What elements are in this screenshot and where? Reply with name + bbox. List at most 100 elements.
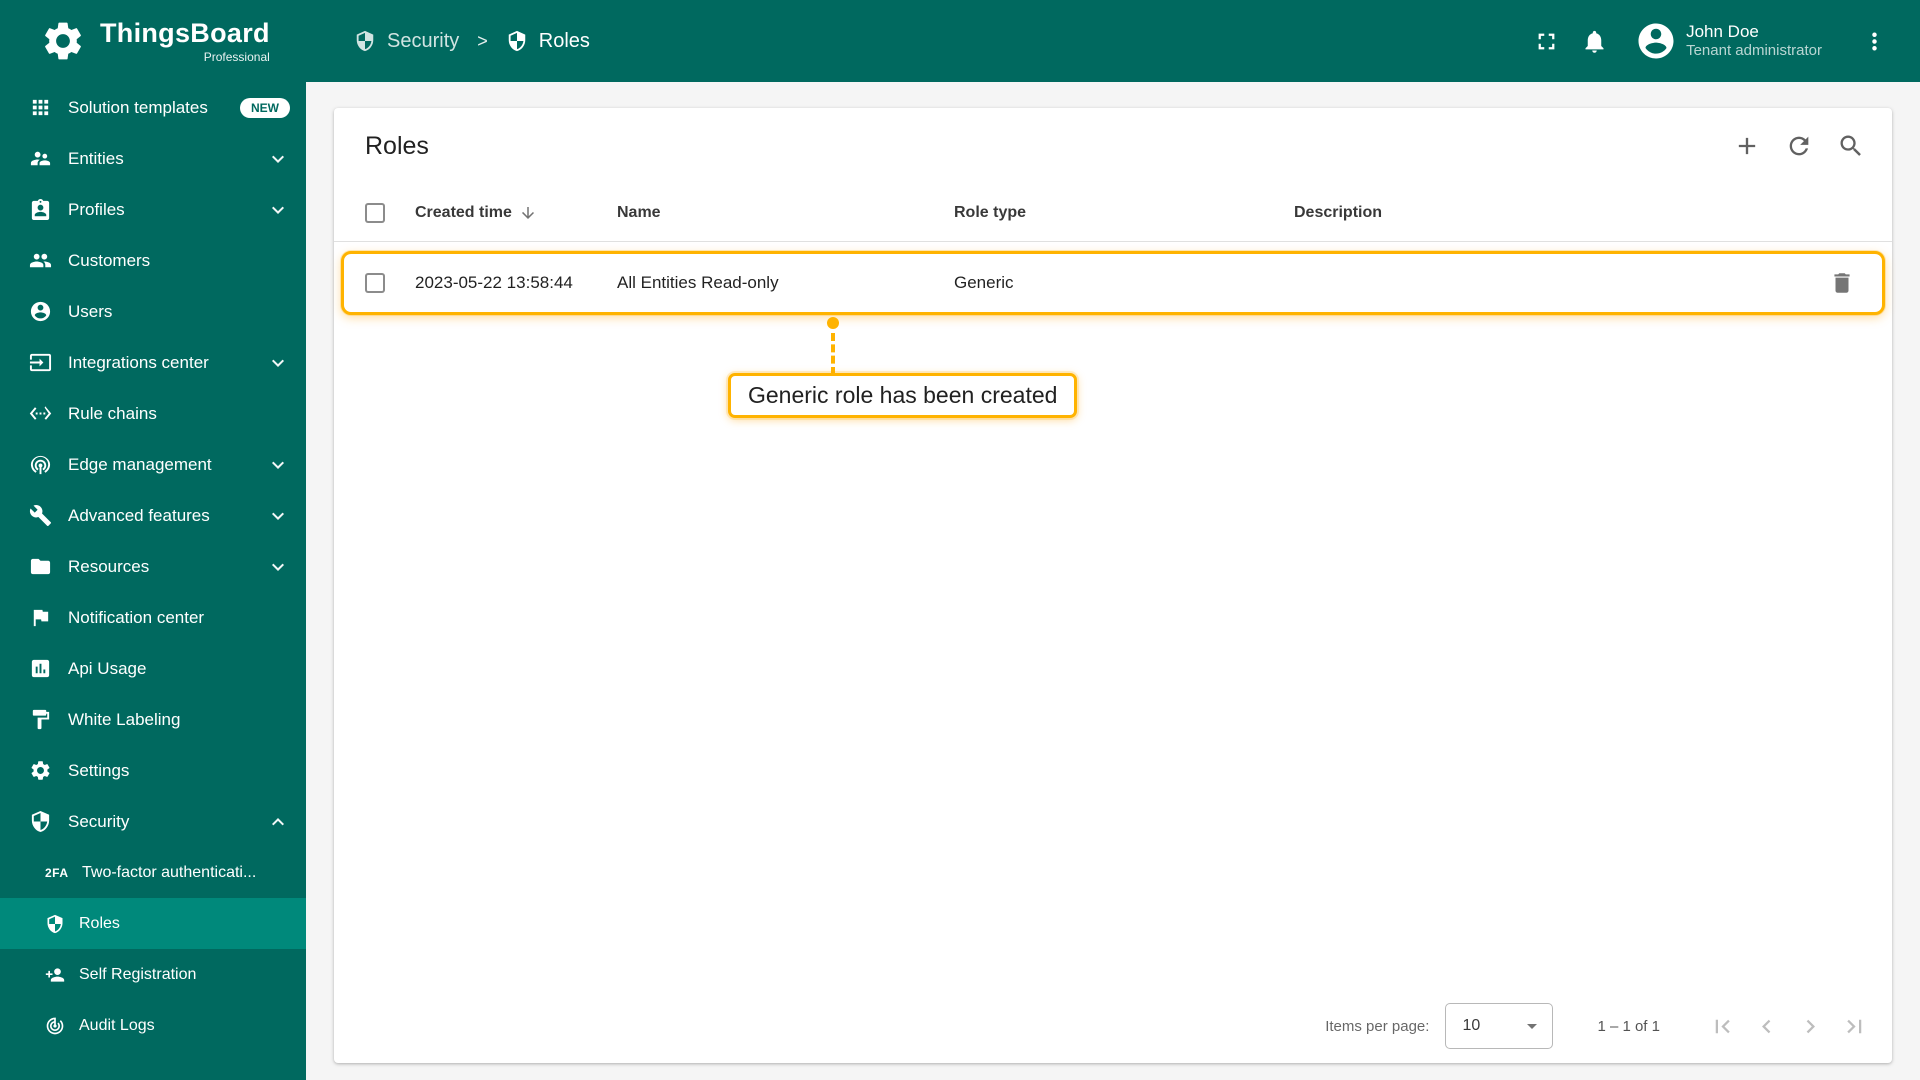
- thingsboard-logo[interactable]: ThingsBoard Professional: [0, 0, 306, 82]
- column-header-label: Created time: [415, 203, 512, 221]
- sidebar-item-self-registration[interactable]: Self Registration: [0, 949, 306, 1000]
- track-changes-icon: [46, 1017, 64, 1034]
- sidebar-item-two-factor-authentication[interactable]: 2FA Two-factor authenticati...: [0, 847, 306, 898]
- breadcrumb-roles[interactable]: Roles: [506, 30, 590, 53]
- column-header-name[interactable]: Name: [617, 204, 954, 222]
- cell-role-type: Generic: [954, 273, 1014, 292]
- sidebar-item-audit-logs[interactable]: Audit Logs: [0, 1000, 306, 1051]
- last-page-icon: [1846, 1019, 1861, 1033]
- next-page-button[interactable]: [1788, 1004, 1832, 1048]
- previous-page-button[interactable]: [1744, 1004, 1788, 1048]
- app-edition: Professional: [203, 50, 270, 64]
- sidebar-item-white-labeling[interactable]: White Labeling: [0, 694, 306, 745]
- paginator-range: 1 – 1 of 1: [1597, 1017, 1660, 1035]
- sidebar-item-label: Self Registration: [79, 965, 197, 983]
- chevron-right-icon: [1806, 1019, 1815, 1033]
- column-header-description[interactable]: Description: [1294, 204, 1812, 222]
- sidebar-item-label: White Labeling: [68, 709, 181, 729]
- sidebar-item-roles[interactable]: Roles: [0, 898, 306, 949]
- plus-icon: [1738, 137, 1756, 155]
- edge-management-icon: [30, 455, 51, 475]
- sidebar-nav: Solution templates NEW Entities Profiles…: [0, 82, 306, 1080]
- last-page-button[interactable]: [1832, 1004, 1876, 1048]
- sidebar-item-label: Settings: [68, 760, 130, 780]
- logo-text: ThingsBoard Professional: [100, 18, 270, 64]
- shield-icon: [508, 30, 526, 52]
- paint-icon: [32, 709, 50, 730]
- sidebar-item-rule-chains[interactable]: Rule chains: [0, 388, 306, 439]
- header-checkbox-cell: [334, 202, 415, 223]
- content-area: Roles Created time Name Role type Descri…: [306, 82, 1920, 1080]
- delete-role-button[interactable]: [1821, 262, 1863, 304]
- chevron-down-icon: [272, 206, 284, 214]
- user-info: John Doe Tenant administrator: [1686, 21, 1822, 61]
- entities-icon: [30, 151, 51, 166]
- refresh-icon: [1789, 136, 1809, 156]
- tutorial-connector-dot: [827, 317, 839, 329]
- tutorial-connector-line: [831, 333, 835, 375]
- more-vert-icon: [1871, 32, 1877, 50]
- rule-chains-icon: [29, 406, 52, 420]
- sidebar-item-resources[interactable]: Resources: [0, 541, 306, 592]
- refresh-button[interactable]: [1776, 123, 1822, 169]
- row-checkbox[interactable]: [365, 273, 385, 293]
- sidebar-item-advanced-features[interactable]: Advanced features: [0, 490, 306, 541]
- users-icon: [30, 301, 51, 322]
- gear-icon: [31, 761, 50, 780]
- notifications-button[interactable]: [1570, 17, 1618, 65]
- column-header-label: Role type: [954, 203, 1027, 221]
- breadcrumb-label: Roles: [538, 29, 590, 52]
- sidebar-item-users[interactable]: Users: [0, 286, 306, 337]
- page-title: Roles: [365, 131, 429, 160]
- user-menu-button[interactable]: [1850, 17, 1898, 65]
- sidebar-item-label: Two-factor authenticati...: [82, 863, 257, 881]
- advanced-features-icon: [29, 505, 52, 527]
- top-bar: Security > Roles John Doe Tenant adminis…: [306, 0, 1920, 82]
- cell-created-time: 2023-05-22 13:58:44: [415, 273, 573, 292]
- breadcrumb-separator: >: [477, 30, 488, 51]
- select-all-checkbox[interactable]: [365, 202, 385, 223]
- sidebar-item-profiles[interactable]: Profiles: [0, 184, 306, 235]
- items-per-page-select[interactable]: 10: [1445, 1003, 1554, 1049]
- first-page-button[interactable]: [1700, 1004, 1744, 1048]
- sidebar-item-integrations-center[interactable]: Integrations center: [0, 337, 306, 388]
- sidebar-item-notification-center[interactable]: Notification center: [0, 592, 306, 643]
- items-per-page-label: Items per page:: [1325, 1017, 1430, 1035]
- search-button[interactable]: [1828, 123, 1874, 169]
- shield-icon: [47, 914, 63, 933]
- fullscreen-button[interactable]: [1522, 17, 1570, 65]
- tutorial-tooltip: Generic role has been created: [728, 373, 1078, 418]
- sidebar-item-label: Profiles: [68, 199, 125, 219]
- sidebar-item-settings[interactable]: Settings: [0, 745, 306, 796]
- sidebar-item-security[interactable]: Security: [0, 796, 306, 847]
- card-actions: [1724, 123, 1874, 169]
- folder-icon: [30, 558, 51, 575]
- table-row[interactable]: 2023-05-22 13:58:44 All Entities Read-on…: [341, 251, 1885, 315]
- sidebar-item-edge-management[interactable]: Edge management: [0, 439, 306, 490]
- paginator: Items per page: 10 1 – 1 of 1: [334, 989, 1892, 1063]
- sort-desc-arrow-icon[interactable]: [519, 204, 537, 222]
- sidebar-item-customers[interactable]: Customers: [0, 235, 306, 286]
- column-header-label: Description: [1294, 203, 1383, 221]
- chevron-down-icon: [272, 563, 284, 571]
- sidebar-item-label: Notification center: [68, 607, 205, 627]
- column-header-label: Name: [617, 203, 661, 221]
- user-role: Tenant administrator: [1686, 42, 1822, 60]
- dropdown-caret-icon: [1527, 1024, 1538, 1029]
- sidebar-item-api-usage[interactable]: Api Usage: [0, 643, 306, 694]
- new-badge: NEW: [240, 97, 290, 118]
- user-avatar-button[interactable]: [1632, 17, 1680, 65]
- main-column: Security > Roles John Doe Tenant adminis…: [306, 0, 1920, 1080]
- column-header-role-type[interactable]: Role type: [954, 204, 1294, 222]
- sidebar-item-solution-templates[interactable]: Solution templates NEW: [0, 82, 306, 133]
- column-header-created-time[interactable]: Created time: [415, 204, 617, 222]
- breadcrumb-security[interactable]: Security: [354, 30, 459, 53]
- shield-icon: [31, 810, 50, 833]
- sidebar-item-entities[interactable]: Entities: [0, 133, 306, 184]
- sidebar: ThingsBoard Professional Solution templa…: [0, 0, 306, 1080]
- add-role-button[interactable]: [1724, 123, 1770, 169]
- sidebar-item-label: Advanced features: [68, 505, 210, 525]
- sidebar-item-label: Roles: [79, 914, 120, 932]
- card-header: Roles: [334, 108, 1892, 184]
- chevron-up-icon: [272, 817, 284, 825]
